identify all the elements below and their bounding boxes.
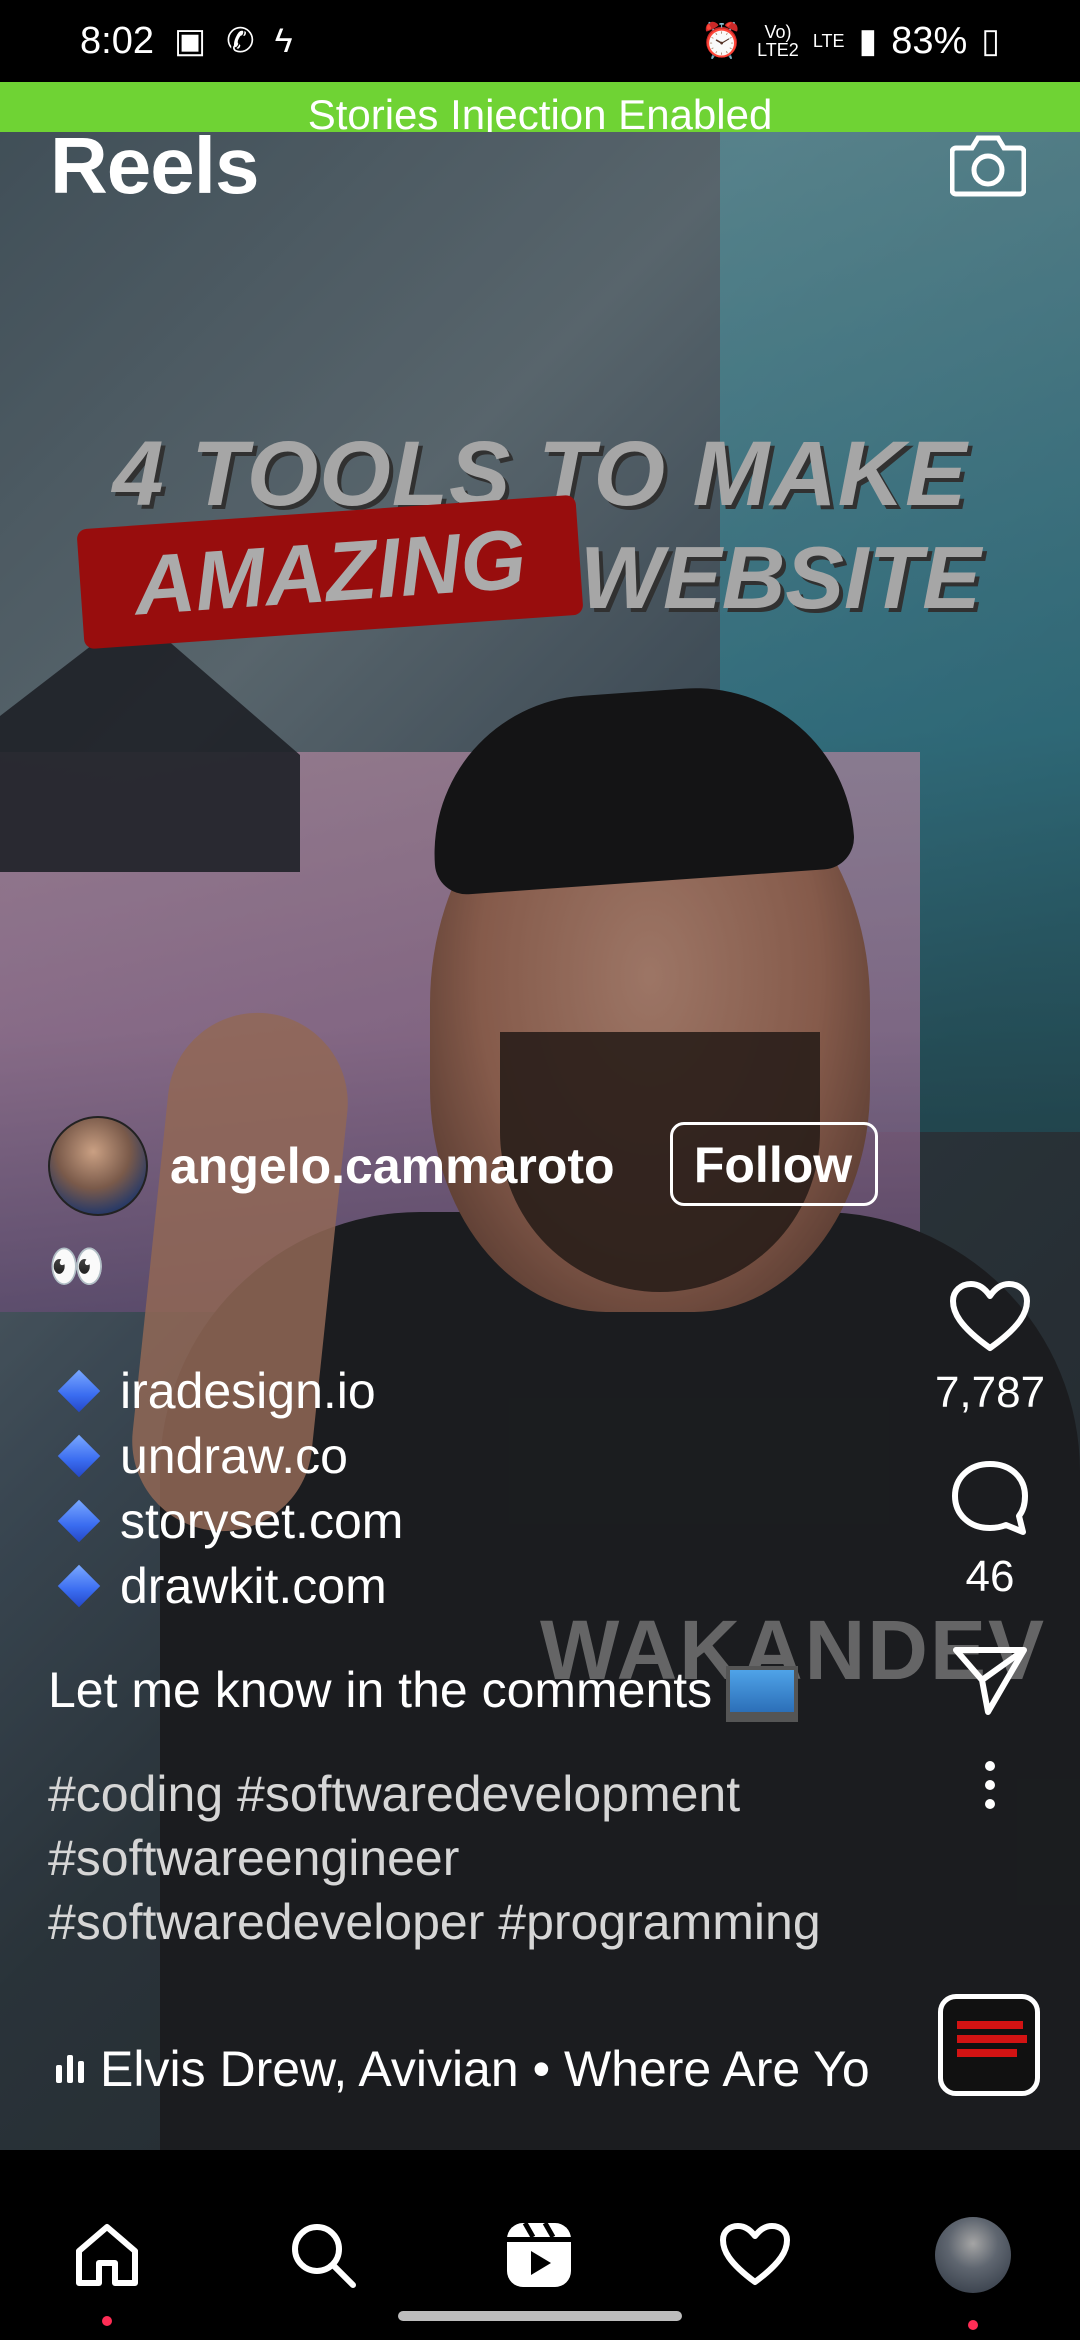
signal-icon: ▮ — [858, 22, 878, 60]
computer-icon — [726, 1665, 799, 1722]
comment-action[interactable]: 46 — [920, 1458, 1060, 1602]
diamond-icon — [57, 1564, 101, 1607]
battery-icon: ▯ — [981, 22, 1000, 60]
author-row[interactable]: angelo.cammaroto — [48, 1116, 615, 1216]
link-text: drawkit.com — [120, 1557, 387, 1614]
caption-emoji: 👀 — [48, 1240, 106, 1292]
profile-notification-dot — [968, 2320, 978, 2330]
bolt-icon: ϟ — [274, 21, 293, 60]
profile-avatar — [935, 2217, 1011, 2293]
camera-icon — [949, 135, 1027, 197]
list-item: undraw.co — [48, 1423, 928, 1488]
more-options-button[interactable] — [920, 1760, 1060, 1810]
link-text: undraw.co — [120, 1427, 348, 1484]
lte-icon: LTE — [812, 31, 845, 51]
battery-level: 83% — [891, 19, 968, 62]
hashtag-line[interactable]: #softwaredeveloper #programming — [48, 1890, 928, 1954]
hashtag-line[interactable]: #softwareengineer — [48, 1826, 928, 1890]
diamond-icon — [57, 1499, 101, 1542]
link-list: iradesign.io undraw.co storyset.com draw… — [48, 1358, 928, 1618]
author-username[interactable]: angelo.cammaroto — [170, 1137, 615, 1195]
comment-icon[interactable] — [949, 1458, 1031, 1538]
injection-banner-text: Stories Injection Enabled — [307, 91, 773, 132]
link-text: iradesign.io — [120, 1362, 376, 1419]
diamond-icon — [57, 1369, 101, 1412]
hashtags: #coding #softwaredevelopment #softwareen… — [48, 1762, 928, 1954]
audio-wave-icon — [56, 2055, 84, 2083]
avatar[interactable] — [48, 1116, 148, 1216]
diamond-icon — [57, 1434, 101, 1477]
link-text: storyset.com — [120, 1492, 404, 1549]
nav-search[interactable] — [278, 2210, 368, 2300]
search-icon — [292, 2224, 356, 2288]
clock: 8:02 — [80, 19, 154, 62]
like-action[interactable]: 7,787 — [920, 1280, 1060, 1418]
send-icon[interactable] — [952, 1644, 1028, 1716]
alarm-icon: ⏰ — [700, 22, 744, 60]
share-action[interactable] — [920, 1644, 1060, 1716]
status-left: 8:02 ▣ ✆ ϟ — [80, 20, 293, 63]
action-rail: 7,787 46 — [920, 1280, 1060, 1810]
heart-icon — [720, 2223, 790, 2285]
gallery-icon: ▣ — [173, 22, 207, 60]
audio-thumbnail[interactable] — [938, 1994, 1040, 2096]
list-item: iradesign.io — [48, 1358, 928, 1423]
nav-profile[interactable] — [928, 2210, 1018, 2300]
whatsapp-icon: ✆ — [226, 22, 255, 60]
follow-button[interactable]: Follow — [670, 1122, 878, 1206]
list-item: storyset.com — [48, 1488, 928, 1553]
camera-button[interactable] — [949, 130, 1027, 198]
audio-row[interactable]: Elvis Drew, Avivian • Where Are Yo — [56, 2040, 896, 2098]
caption[interactable]: 👀 iradesign.io undraw.co storyset.com dr… — [48, 1234, 928, 1954]
status-bar: 8:02 ▣ ✆ ϟ ⏰ Vo) LTE2 LTE ▮ 83% ▯ — [0, 0, 1080, 82]
status-right: ⏰ Vo) LTE2 LTE ▮ 83% ▯ — [701, 20, 1000, 63]
like-count: 7,787 — [934, 1368, 1046, 1417]
caption-note: Let me know in the comments — [48, 1658, 928, 1722]
home-notification-dot — [102, 2316, 112, 2326]
comment-count: 46 — [965, 1552, 1015, 1601]
hashtag-line[interactable]: #coding #softwaredevelopment — [48, 1762, 928, 1826]
nav-reels[interactable] — [494, 2210, 584, 2300]
thumb-text-line — [957, 2049, 1017, 2057]
audio-label: Elvis Drew, Avivian • Where Are Yo — [100, 2041, 870, 2097]
heart-icon[interactable] — [949, 1280, 1031, 1354]
volte-icon: Vo) LTE2 — [757, 22, 799, 60]
home-icon — [76, 2224, 138, 2286]
reels-icon — [507, 2221, 571, 2287]
thumb-text-line — [957, 2021, 1023, 2029]
more-vertical-icon[interactable] — [983, 1760, 997, 1810]
nav-activity[interactable] — [710, 2210, 800, 2300]
list-item: drawkit.com — [48, 1553, 928, 1618]
home-indicator[interactable] — [398, 2311, 682, 2321]
caption-note-text: Let me know in the comments — [48, 1662, 713, 1718]
nav-home[interactable] — [62, 2210, 152, 2300]
page-title: Reels — [50, 121, 259, 210]
thumb-text-line — [957, 2035, 1027, 2043]
